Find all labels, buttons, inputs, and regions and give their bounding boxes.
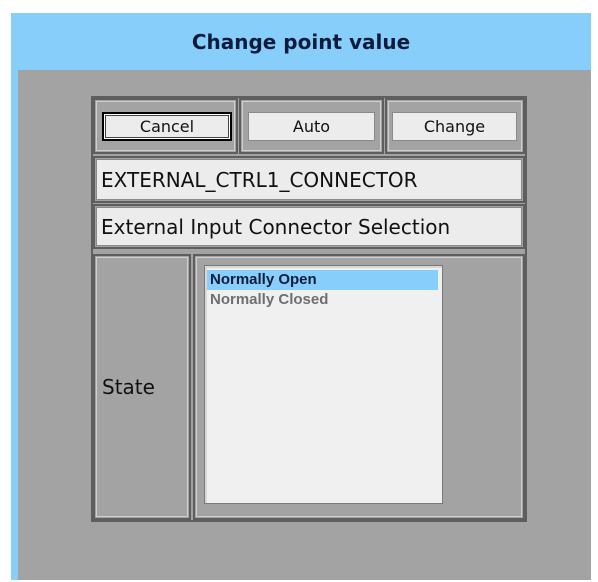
state-option-normally-open[interactable]: Normally Open (207, 270, 438, 290)
dialog-body: Cancel Auto Change EXTERNAL_CTRL1_CONNEC… (18, 70, 591, 580)
dialog-window: Change point value Cancel Auto Change EX… (11, 13, 591, 580)
cancel-button[interactable]: Cancel (102, 112, 232, 141)
state-listbox[interactable]: Normally Open Normally Closed (204, 265, 443, 504)
state-label: State (102, 375, 155, 399)
state-option-normally-closed[interactable]: Normally Closed (207, 290, 442, 310)
point-description-field: External Input Connector Selection (96, 207, 522, 246)
auto-button[interactable]: Auto (248, 112, 375, 141)
change-button[interactable]: Change (392, 112, 517, 141)
dialog-title: Change point value (191, 29, 411, 54)
point-name-field: EXTERNAL_CTRL1_CONNECTOR (96, 159, 522, 200)
